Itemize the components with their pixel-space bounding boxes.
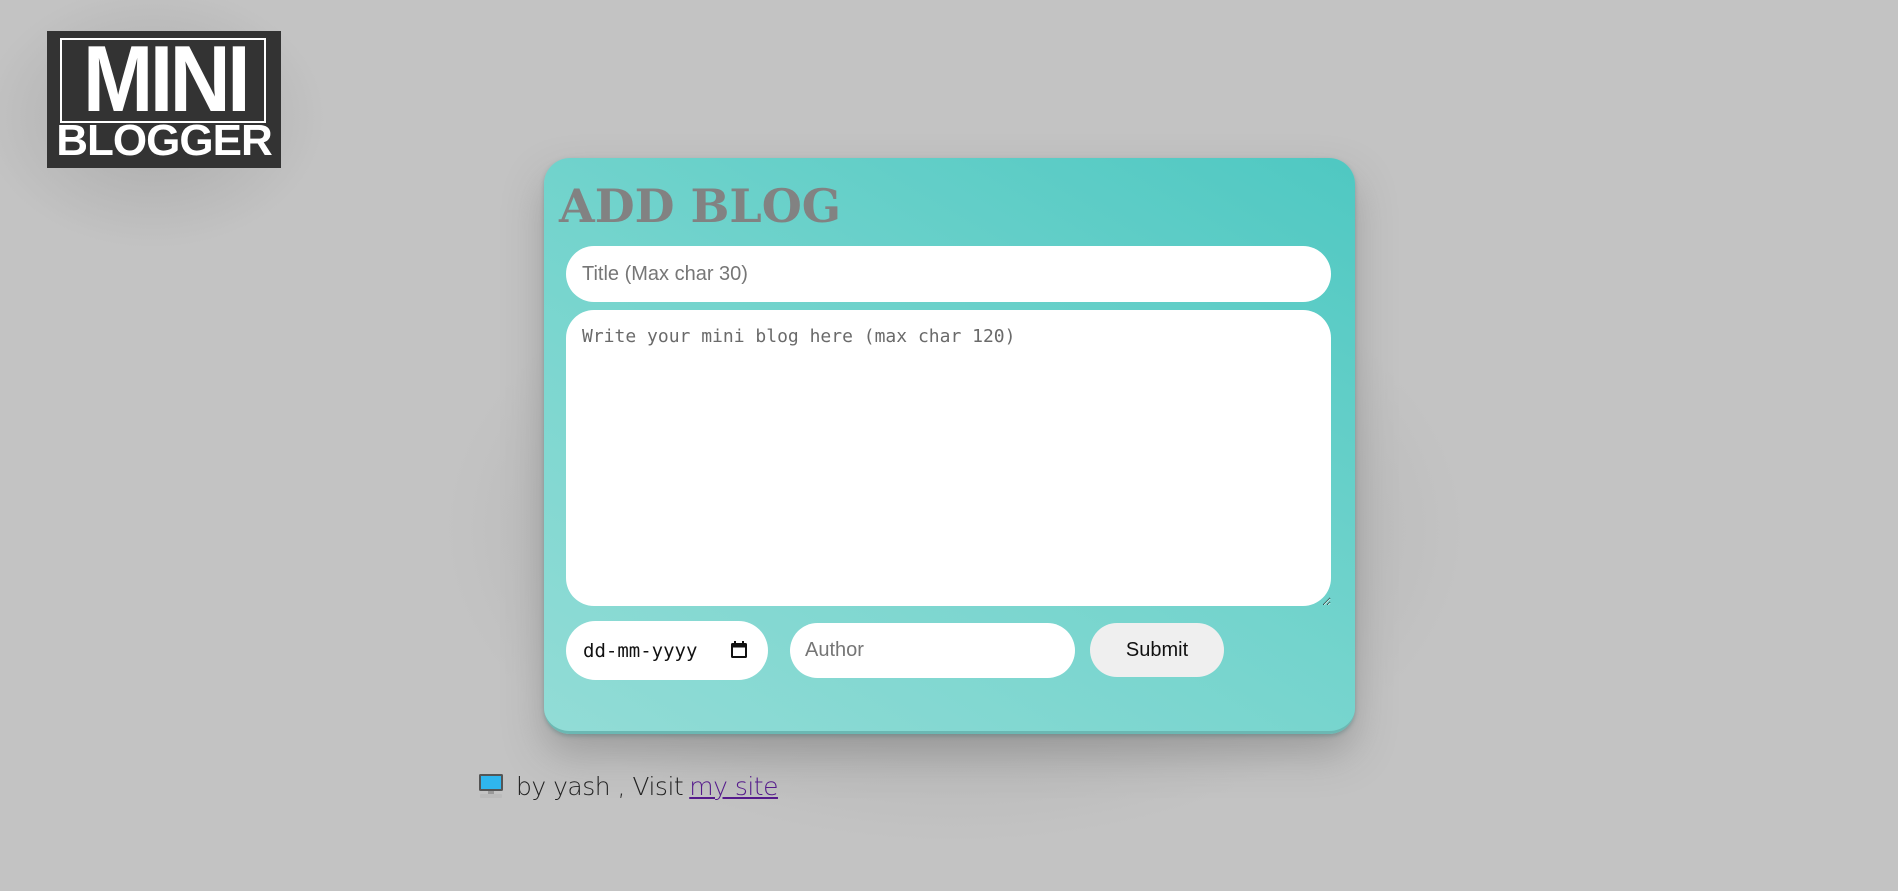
author-input[interactable] <box>790 623 1075 678</box>
logo-mini-box: MINI <box>60 32 266 126</box>
my-site-link[interactable]: my site <box>689 772 778 801</box>
title-input[interactable] <box>566 246 1331 302</box>
date-input[interactable]: dd-mm-yyyy <box>566 621 768 680</box>
logo-mini-text: MINI <box>82 26 251 131</box>
blog-body-textarea[interactable] <box>566 310 1331 606</box>
logo-blogger-text: BLOGGER <box>56 116 272 165</box>
page-title: ADD BLOG <box>559 179 842 233</box>
computer-icon <box>479 774 503 798</box>
footer-credit-text: by yash , Visit <box>516 771 684 801</box>
logo: MINI BLOGGER <box>47 31 281 168</box>
calendar-icon[interactable] <box>730 641 748 659</box>
date-value: dd-mm-yyyy <box>583 640 698 662</box>
footer: by yash , Visit my site <box>478 766 778 806</box>
add-blog-card: ADD BLOG dd-mm-yyyy Submit <box>544 158 1355 734</box>
submit-button[interactable]: Submit <box>1090 623 1224 677</box>
